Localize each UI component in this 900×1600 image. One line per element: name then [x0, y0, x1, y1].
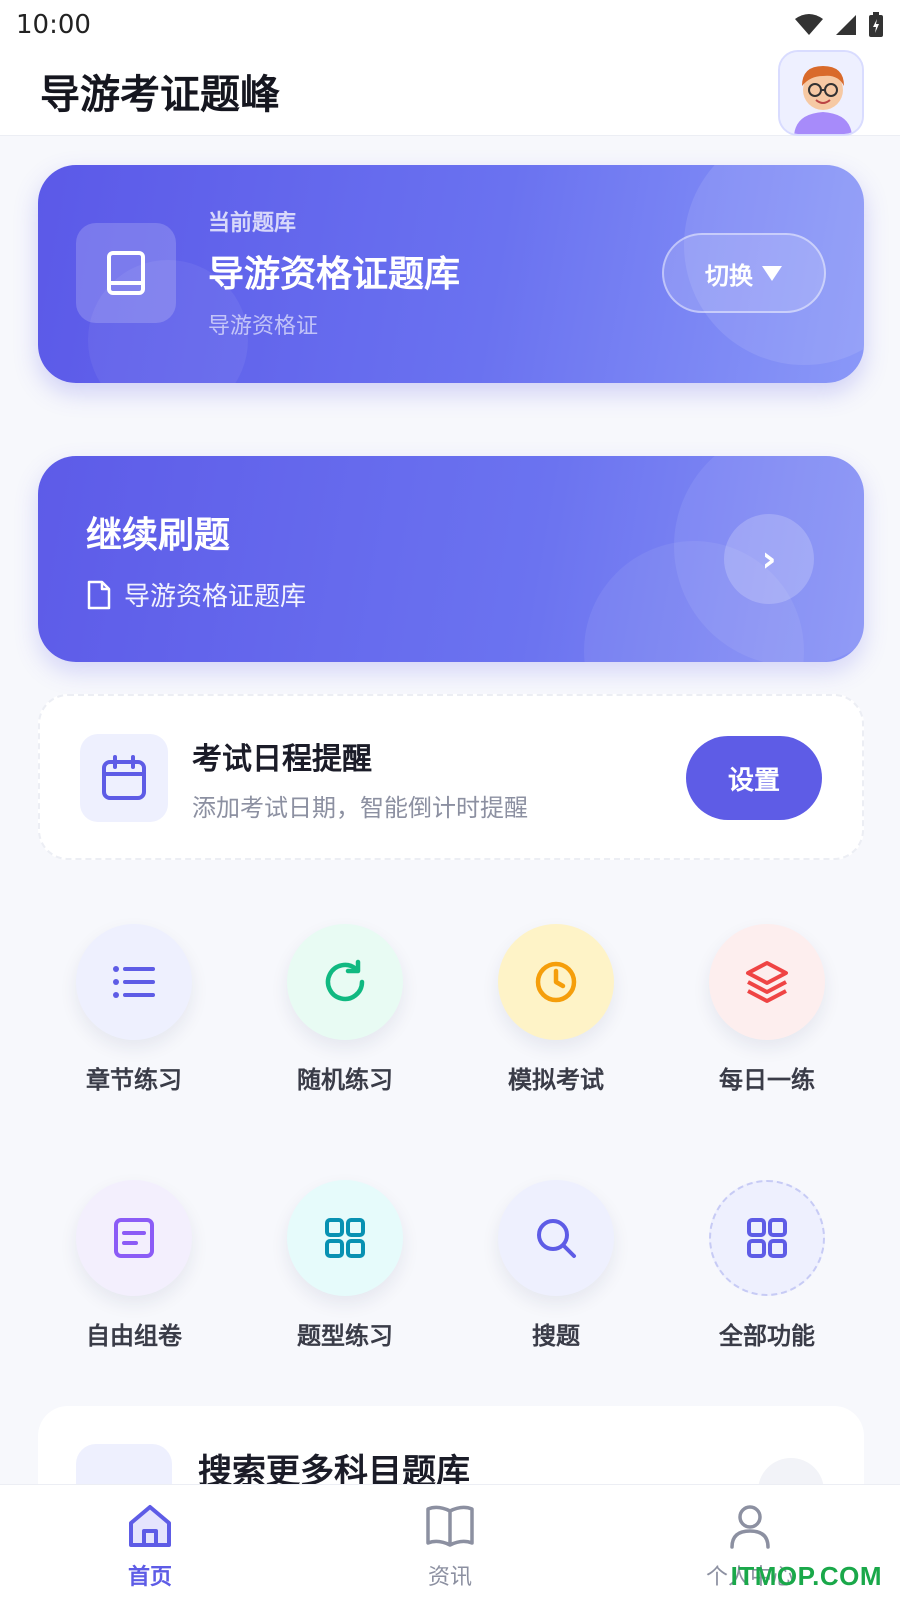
home-icon	[129, 1505, 171, 1547]
reminder-subtitle: 添加考试日期，智能倒计时提醒	[192, 794, 528, 822]
current-bank-card: 当前题库 导游资格证题库 导游资格证 切换	[38, 165, 864, 383]
feature-label: 每日一练	[719, 1066, 815, 1094]
file-icon	[87, 580, 111, 609]
bottom-tab-bar: 首页 资讯 个人中心 ITMOP.COM	[0, 1484, 900, 1600]
feature-icon-circle	[709, 924, 825, 1040]
reminder-set-button[interactable]: 设置	[686, 736, 822, 820]
tab-label: 首页	[127, 1565, 172, 1590]
chevron-right-icon: ›	[761, 538, 777, 580]
current-bank-label: 当前题库	[208, 211, 297, 236]
feature-icon-circle	[498, 924, 614, 1040]
bank-icon-box	[76, 223, 176, 323]
status-bar: 10:00	[0, 0, 900, 50]
status-time: 10:00	[16, 10, 91, 40]
switch-bank-button[interactable]: 切换	[662, 233, 826, 313]
current-bank-name: 导游资格证题库	[208, 254, 461, 295]
current-bank-subtitle: 导游资格证	[208, 314, 319, 339]
caret-down-icon	[762, 266, 782, 281]
search-icon	[537, 1219, 576, 1258]
feature-label: 随机练习	[297, 1066, 393, 1094]
continue-bank-name: 导游资格证题库	[124, 582, 307, 612]
switch-label: 切换	[705, 261, 753, 290]
system-icons	[794, 12, 884, 38]
apps-icon	[747, 1218, 787, 1258]
feature-custom-paper[interactable]: 自由组卷	[44, 1180, 224, 1351]
book-icon	[107, 251, 145, 295]
feature-search-question[interactable]: 搜题	[466, 1180, 646, 1351]
watermark: ITMOP.COM	[730, 1561, 882, 1591]
refresh-icon	[325, 959, 365, 1002]
clock-icon	[535, 961, 577, 1003]
feature-icon-circle	[76, 1180, 192, 1296]
avatar-icon	[780, 52, 862, 134]
feature-label: 章节练习	[86, 1066, 182, 1094]
signal-icon	[836, 15, 856, 35]
app-title: 导游考证题峰	[40, 72, 280, 118]
exam-reminder-card: 考试日程提醒 添加考试日期，智能倒计时提醒 设置	[38, 694, 864, 860]
user-icon	[730, 1505, 770, 1549]
feature-label: 搜题	[532, 1322, 580, 1350]
feature-all-functions[interactable]: 全部功能	[677, 1180, 857, 1351]
feature-question-type[interactable]: 题型练习	[255, 1180, 435, 1351]
layers-icon	[746, 961, 788, 1003]
feature-label: 模拟考试	[508, 1066, 604, 1094]
calendar-icon-box	[80, 734, 168, 822]
continue-practice-card[interactable]: 继续刷题 导游资格证题库 ›	[38, 456, 864, 662]
wifi-icon	[795, 14, 823, 35]
feature-label: 题型练习	[297, 1322, 393, 1350]
tab-label: 资讯	[427, 1565, 472, 1590]
continue-bank: 导游资格证题库	[86, 576, 306, 613]
calendar-icon	[102, 755, 146, 800]
feature-daily-practice[interactable]: 每日一练	[677, 924, 857, 1095]
document-icon	[114, 1218, 154, 1258]
feature-icon-circle	[287, 1180, 403, 1296]
feature-chapter-practice[interactable]: 章节练习	[44, 924, 224, 1095]
battery-icon	[869, 12, 883, 37]
feature-mock-exam[interactable]: 模拟考试	[466, 924, 646, 1095]
app-header: 导游考证题峰	[0, 50, 900, 136]
continue-go-button[interactable]: ›	[724, 514, 814, 604]
tab-home[interactable]: 首页	[70, 1501, 230, 1591]
feature-label: 自由组卷	[86, 1322, 182, 1350]
feature-icon-circle	[287, 924, 403, 1040]
feature-icon-circle	[709, 1180, 825, 1296]
avatar[interactable]	[778, 50, 864, 136]
feature-label: 全部功能	[719, 1322, 815, 1350]
tab-news[interactable]: 资讯	[370, 1501, 530, 1591]
feature-random-practice[interactable]: 随机练习	[255, 924, 435, 1095]
grid-icon	[325, 1218, 365, 1258]
book-icon	[426, 1505, 474, 1547]
list-icon	[113, 966, 155, 998]
continue-title: 继续刷题	[86, 515, 231, 556]
feature-icon-circle	[76, 924, 192, 1040]
feature-icon-circle	[498, 1180, 614, 1296]
reminder-title: 考试日程提醒	[192, 742, 372, 777]
